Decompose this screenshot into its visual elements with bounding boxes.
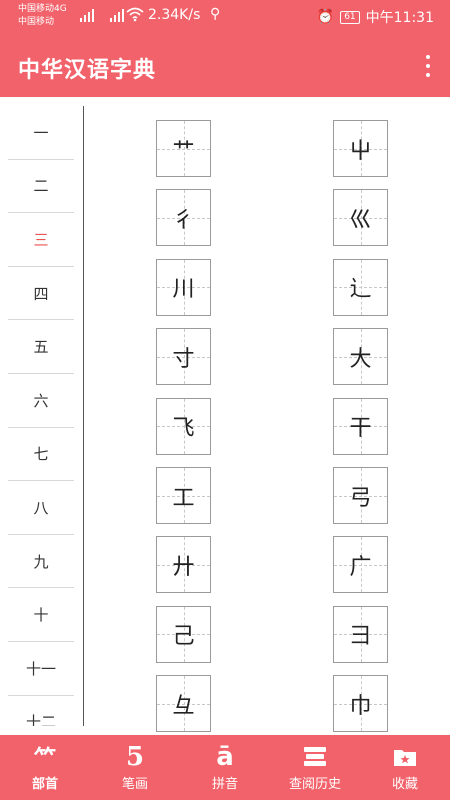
- radical-cell[interactable]: 巛: [333, 189, 388, 247]
- radical-cell[interactable]: 辶: [333, 258, 388, 316]
- stroke-item[interactable]: 十一: [8, 642, 74, 696]
- radical-cell[interactable]: 工: [156, 467, 211, 524]
- carrier-info: 中国移动4G 中国移动: [18, 3, 67, 29]
- bottom-navigation: ⺮ 部首 5 笔画 ā 拼音 查阅历史 收藏: [0, 735, 450, 800]
- radical-char: 艹: [172, 138, 195, 164]
- nav-stroke[interactable]: 5 笔画: [90, 735, 180, 800]
- radical-char: 己: [172, 624, 195, 650]
- nav-radical[interactable]: ⺮ 部首: [0, 735, 90, 800]
- radical-cell[interactable]: 寸: [156, 328, 211, 386]
- radical-char: 屮: [349, 138, 372, 164]
- wifi-icon: [126, 6, 144, 26]
- stroke-item[interactable]: 九: [8, 535, 74, 589]
- time: 中午11:31: [365, 10, 434, 26]
- radical-cell[interactable]: 飞: [156, 397, 211, 455]
- radical-cell[interactable]: 弓: [333, 467, 388, 524]
- radical-cell[interactable]: 廾: [156, 536, 211, 594]
- radical-cell[interactable]: 己: [156, 605, 211, 663]
- radical-char: 巛: [349, 207, 372, 233]
- stroke-five-icon: 5: [125, 742, 145, 772]
- radical-char: 大: [349, 346, 372, 372]
- nav-favorites[interactable]: 收藏: [360, 735, 450, 800]
- stroke-item[interactable]: 十: [8, 588, 74, 642]
- radical-char: 川: [172, 277, 195, 303]
- stroke-item[interactable]: 二: [8, 160, 74, 214]
- more-options-icon[interactable]: [418, 53, 438, 79]
- radical-cell[interactable]: 艹: [156, 120, 211, 177]
- signal-icon-2: [110, 8, 124, 22]
- radical-cell[interactable]: 巾: [333, 675, 388, 733]
- stroke-item[interactable]: 七: [8, 428, 74, 482]
- radical-cell[interactable]: 川: [156, 258, 211, 316]
- pinyin-icon: ā: [216, 742, 234, 772]
- books-icon: [302, 743, 328, 771]
- radical-char: 巾: [349, 693, 372, 719]
- radical-cell[interactable]: 屮: [333, 120, 388, 177]
- usb-icon: ⚲: [210, 6, 221, 22]
- alarm-icon: ⏰: [316, 9, 335, 25]
- signal-icon: [80, 8, 94, 22]
- stroke-item[interactable]: 三: [8, 213, 74, 267]
- nav-pinyin-label: 拼音: [211, 777, 238, 792]
- radical-char: 干: [349, 416, 372, 442]
- radical-char: 彑: [172, 693, 195, 719]
- stroke-item[interactable]: 一: [8, 106, 74, 160]
- nav-favorites-label: 收藏: [391, 777, 418, 792]
- radical-char: 廾: [172, 554, 195, 580]
- radical-cell[interactable]: 彳: [156, 189, 211, 247]
- radical-cell[interactable]: 干: [333, 397, 388, 455]
- folder-star-icon: [392, 743, 418, 771]
- network-speed: 2.34K/s: [148, 7, 201, 23]
- nav-pinyin[interactable]: ā 拼音: [180, 735, 270, 800]
- radical-char: 彳: [172, 207, 195, 233]
- stroke-count-list[interactable]: 一二三四五六七八九十十一 十二: [0, 106, 84, 726]
- nav-radical-label: 部首: [31, 777, 58, 792]
- stroke-item[interactable]: 八: [8, 481, 74, 535]
- radical-char: 广: [349, 554, 372, 580]
- app-bar: 中华汉语字典: [0, 34, 450, 97]
- carrier-1: 中国移动4G: [18, 4, 67, 14]
- battery-icon: 61: [340, 10, 360, 24]
- radical-char: 工: [172, 485, 195, 511]
- status-bar: 中国移动4G 中国移动 2.34K/s ⚲ ⏰ 61 中午11:31: [0, 0, 450, 34]
- radical-char: 辶: [349, 277, 372, 303]
- radical-char: 彐: [349, 624, 372, 650]
- radical-char: 寸: [172, 346, 195, 372]
- nav-history[interactable]: 查阅历史: [270, 735, 360, 800]
- radical-cell[interactable]: 彐: [333, 605, 388, 663]
- stroke-item[interactable]: 四: [8, 267, 74, 321]
- radical-cell[interactable]: 彑: [156, 675, 211, 733]
- stroke-item[interactable]: 六: [8, 374, 74, 428]
- radical-cell[interactable]: 广: [333, 536, 388, 594]
- status-right: ⏰ 61 中午11:31: [317, 7, 434, 27]
- nav-history-label: 查阅历史: [288, 777, 341, 792]
- nav-stroke-label: 笔画: [121, 777, 148, 792]
- radical-char: 弓: [349, 485, 372, 511]
- main-content: 一二三四五六七八九十十一 十二 艹彳川寸飞工廾己彑 屮巛辶大干弓广彐巾: [0, 97, 450, 735]
- radical-cell[interactable]: 大: [333, 328, 388, 386]
- stroke-item[interactable]: 五: [8, 320, 74, 374]
- carrier-2: 中国移动: [18, 17, 55, 27]
- stroke-item[interactable]: 十二: [8, 696, 74, 726]
- page-title: 中华汉语字典: [18, 58, 157, 83]
- radical-icon: ⺮: [33, 747, 56, 772]
- radical-char: 飞: [172, 416, 195, 442]
